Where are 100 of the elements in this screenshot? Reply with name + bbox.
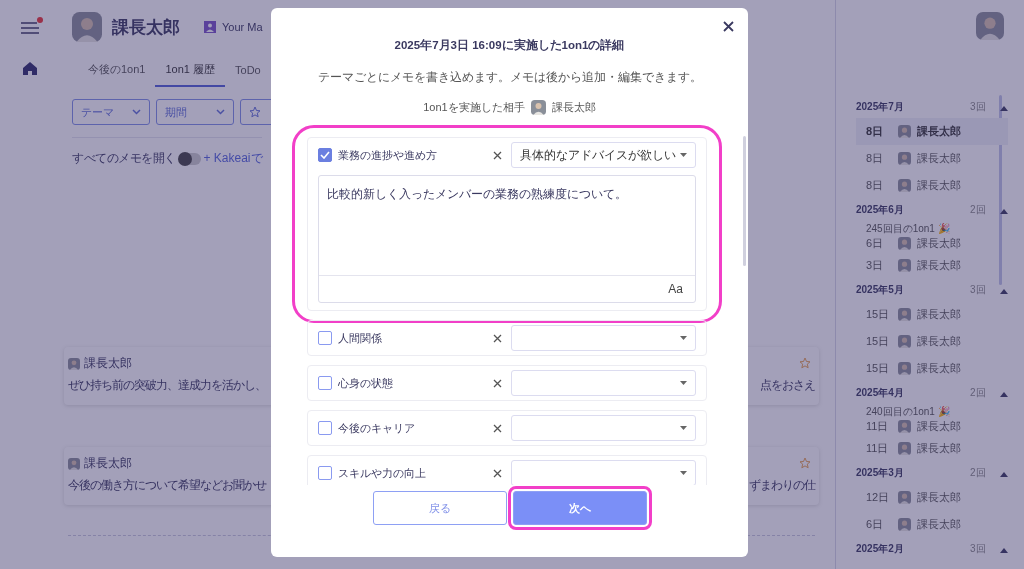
add-link[interactable]: + Kakeaiで — [203, 150, 263, 167]
memo-text: 今後の働き方について希望などお聞かせ — [68, 477, 266, 494]
memo-text: ずまわりの仕 — [749, 477, 815, 494]
count-label: 3回 — [970, 283, 987, 297]
count-label: 2回 — [970, 386, 987, 400]
checkbox[interactable] — [318, 376, 332, 390]
theme-label: 心身の状態 — [338, 375, 394, 391]
history-item[interactable]: 12日 課長太郎 — [856, 484, 1008, 511]
cross-icon — [493, 378, 502, 388]
history-item[interactable]: 6日 課長太郎 — [856, 511, 1008, 538]
home-icon[interactable] — [23, 62, 37, 75]
theme-label: スキルや力の向上 — [338, 465, 427, 481]
author-name: 課長太郎 — [84, 355, 132, 372]
avatar — [898, 420, 911, 433]
avatar — [898, 491, 911, 504]
history-item[interactable]: 15日 課長太郎 — [856, 301, 1008, 328]
star-icon — [249, 106, 261, 118]
history-item[interactable]: 11日 課長太郎 — [856, 435, 1008, 462]
caret-icon — [1000, 391, 1008, 397]
request-dropdown[interactable] — [511, 460, 696, 485]
history-item[interactable]: 15日 課長太郎 — [856, 328, 1008, 355]
request-dropdown[interactable]: 具体的なアドバイスが欲しい — [511, 142, 696, 168]
caret-icon — [680, 426, 687, 430]
month-label: 2025年7月 — [856, 100, 905, 114]
tab[interactable]: 今後の1on1 — [78, 56, 156, 87]
avatar — [72, 12, 102, 42]
month-label: 2025年2月 — [856, 542, 905, 556]
chevron-down-icon — [132, 109, 141, 115]
memo-text: ぜひ持ち前の突破力、達成力を活かし、 — [68, 377, 266, 394]
theme-label: 人間関係 — [338, 330, 383, 346]
caret-icon — [680, 471, 687, 475]
filter-dropdown[interactable]: テーマ — [72, 99, 150, 125]
caret-icon — [680, 381, 687, 385]
history-item[interactable]: 8日 課長太郎 — [856, 145, 1008, 172]
avatar — [898, 518, 911, 531]
avatar — [898, 259, 911, 272]
back-button[interactable]: 戻る — [372, 491, 507, 525]
memo-text: 点をおさえ — [760, 377, 815, 394]
tab[interactable]: ToDo — [225, 56, 271, 87]
avatar — [898, 152, 911, 165]
checkbox[interactable] — [318, 148, 332, 162]
theme-label: 業務の進捗や進め方 — [338, 147, 438, 163]
partner-label: 1on1を実施した相手 — [423, 100, 525, 115]
memo-editor[interactable]: 比較的新しく入ったメンバーの業務の熟練度について。 Aa — [318, 175, 696, 303]
checkbox[interactable] — [318, 421, 332, 435]
request-dropdown[interactable] — [511, 325, 696, 351]
history-item[interactable]: 8日 課長太郎 — [856, 118, 1008, 145]
chevron-down-icon — [216, 109, 225, 115]
caret-icon — [1000, 208, 1008, 214]
nav-link[interactable]: Your Ma — [222, 21, 263, 33]
avatar — [898, 335, 911, 348]
caret-icon — [1000, 471, 1008, 477]
history-item[interactable]: 15日 課長太郎 — [856, 355, 1008, 382]
count-label: 3回 — [970, 100, 987, 114]
avatar — [68, 457, 80, 470]
person-icon — [204, 21, 216, 33]
menu-button[interactable] — [20, 20, 40, 36]
avatar — [976, 12, 1004, 40]
avatar — [898, 308, 911, 321]
avatar — [898, 237, 911, 250]
tab[interactable]: 1on1 履歴 — [155, 56, 225, 87]
history-item[interactable]: 8日 課長太郎 — [856, 172, 1008, 199]
avatar — [68, 357, 80, 370]
request-dropdown[interactable] — [511, 415, 696, 441]
month-label: 2025年3月 — [856, 466, 905, 480]
partner-name: 課長太郎 — [551, 100, 596, 115]
avatar — [898, 125, 911, 138]
caret-icon — [680, 336, 687, 340]
dialog-subtitle: テーマごとにメモを書き込めます。メモは後から追加・編集できます。 — [317, 69, 702, 86]
history-item[interactable]: 245回目の1on1 🎉 6日 課長太郎 — [856, 221, 1008, 252]
count-label: 2回 — [970, 203, 987, 217]
caret-icon — [1000, 105, 1008, 111]
month-label: 2025年5月 — [856, 283, 905, 297]
avatar — [898, 362, 911, 375]
toggle-label: すべてのメモを開く — [72, 150, 176, 167]
avatar — [898, 442, 911, 455]
caret-icon — [1000, 547, 1008, 553]
format-button[interactable]: Aa — [662, 281, 689, 297]
dialog-title: 2025年7月3日 16:09に実施した1on1の詳細 — [394, 38, 625, 53]
cross-icon — [493, 423, 502, 433]
user-name: 課長太郎 — [112, 16, 180, 39]
history-item[interactable]: 3日 課長太郎 — [856, 252, 1008, 279]
avatar — [898, 179, 911, 192]
cross-icon — [493, 468, 502, 478]
author-name: 課長太郎 — [84, 455, 132, 472]
caret-icon — [1000, 288, 1008, 294]
avatar — [530, 100, 546, 115]
caret-icon — [680, 153, 687, 157]
count-label: 3回 — [970, 542, 987, 556]
memo-toggle[interactable] — [178, 152, 201, 165]
request-dropdown[interactable] — [511, 370, 696, 396]
history-item[interactable]: 240回目の1on1 🎉 11日 課長太郎 — [856, 404, 1008, 435]
cross-icon — [493, 333, 502, 343]
cross-icon — [493, 150, 502, 160]
close-icon — [723, 21, 734, 32]
month-label: 2025年4月 — [856, 386, 905, 400]
count-label: 2回 — [970, 466, 987, 480]
checkbox[interactable] — [318, 466, 332, 480]
checkbox[interactable] — [318, 331, 332, 345]
filter-dropdown[interactable]: 期間 — [156, 99, 234, 125]
